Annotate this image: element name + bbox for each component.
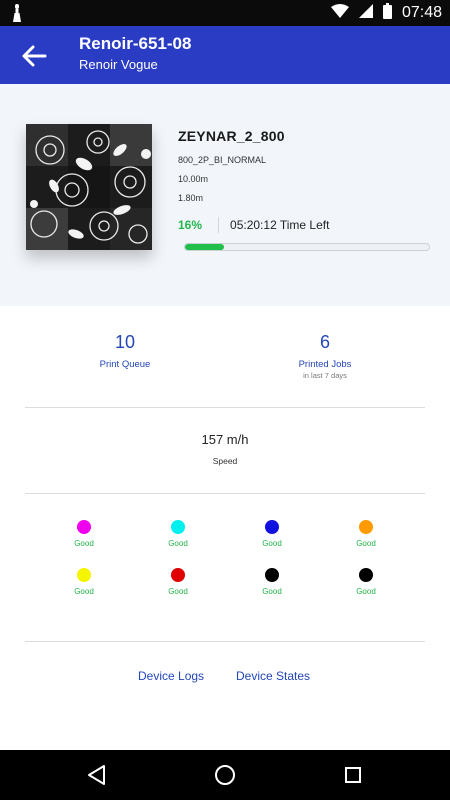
- ink-status: Good: [356, 587, 376, 596]
- printed-jobs-label: Printed Jobs: [298, 359, 352, 370]
- ink-status: Good: [74, 587, 94, 596]
- ink-dot: [265, 568, 279, 582]
- job-thumbnail: [26, 124, 152, 250]
- progress-info: 16% 05:20:12 Time Left: [178, 216, 329, 234]
- status-time: 07:48: [401, 4, 442, 21]
- system-nav-bar: [0, 750, 450, 800]
- job-length: 10.00m: [178, 174, 209, 184]
- ink-cyan: Good: [148, 520, 208, 548]
- ink-yellow: Good: [54, 568, 114, 596]
- progress-percent: 16%: [178, 218, 203, 232]
- ink-status: Good: [168, 587, 188, 596]
- ink-status: Good: [262, 587, 282, 596]
- divider: [25, 407, 425, 408]
- divider: [25, 641, 425, 642]
- ink-dot: [77, 568, 91, 582]
- print-queue-count: 10: [114, 332, 136, 352]
- printed-jobs-count: 6: [319, 332, 330, 352]
- time-left: 05:20:12 Time Left: [230, 218, 330, 232]
- print-queue-stat[interactable]: 10 Print Queue: [75, 332, 175, 370]
- signal-icon: [358, 3, 373, 23]
- speed-value: 157 m/h: [201, 432, 249, 447]
- ink-red: Good: [148, 568, 208, 596]
- divider: [25, 493, 425, 494]
- progress-bar-fill: [185, 244, 225, 250]
- ink-status: Good: [74, 539, 94, 548]
- job-profile: 800_2P_BI_NORMAL: [178, 155, 267, 165]
- speed-stat: 157 m/h Speed: [150, 432, 300, 466]
- back-triangle-icon[interactable]: [84, 763, 110, 787]
- ink-dot: [265, 520, 279, 534]
- ink-dot: [171, 568, 185, 582]
- ink-black: Good: [242, 568, 302, 596]
- job-name: ZEYNAR_2_800: [178, 128, 285, 144]
- status-bar: 07:48: [0, 0, 450, 26]
- app-root: 07:48 Renoir-651-08 Renoir Vogue ZEYNAR_…: [0, 0, 450, 800]
- progress-separator: [218, 217, 220, 233]
- recents-square-icon[interactable]: [340, 763, 366, 787]
- home-circle-icon[interactable]: [212, 763, 238, 787]
- job-width: 1.80m: [178, 193, 204, 203]
- print-queue-label: Print Queue: [99, 359, 151, 370]
- ink-magenta: Good: [54, 520, 114, 548]
- wifi-icon: [330, 3, 349, 23]
- device-states-link[interactable]: Device States: [236, 669, 310, 683]
- ink-dot: [359, 568, 373, 582]
- battery-icon: [382, 2, 392, 24]
- ink-status: Good: [356, 539, 376, 548]
- progress-bar: [184, 243, 430, 251]
- ink-blue: Good: [242, 520, 302, 548]
- ink-status: Good: [168, 539, 188, 548]
- speed-label: Speed: [212, 456, 238, 466]
- ink-orange: Good: [336, 520, 396, 548]
- ink-dot: [77, 520, 91, 534]
- device-logs-link[interactable]: Device Logs: [138, 669, 204, 683]
- page-title: Renoir-651-08: [79, 34, 192, 53]
- ink-status: Good: [262, 539, 282, 548]
- ink-black-2: Good: [336, 568, 396, 596]
- app-bar: Renoir-651-08 Renoir Vogue: [0, 26, 450, 84]
- ink-dot: [359, 520, 373, 534]
- notification-icon: [12, 4, 22, 27]
- current-job-card[interactable]: ZEYNAR_2_800 800_2P_BI_NORMAL 10.00m 1.8…: [0, 84, 450, 306]
- page-subtitle: Renoir Vogue: [79, 57, 158, 72]
- printed-jobs-stat[interactable]: 6 Printed Jobs in last 7 days: [265, 332, 385, 380]
- ink-dot: [171, 520, 185, 534]
- arrow-back-icon[interactable]: [18, 40, 50, 72]
- printed-jobs-period: in last 7 days: [303, 371, 347, 380]
